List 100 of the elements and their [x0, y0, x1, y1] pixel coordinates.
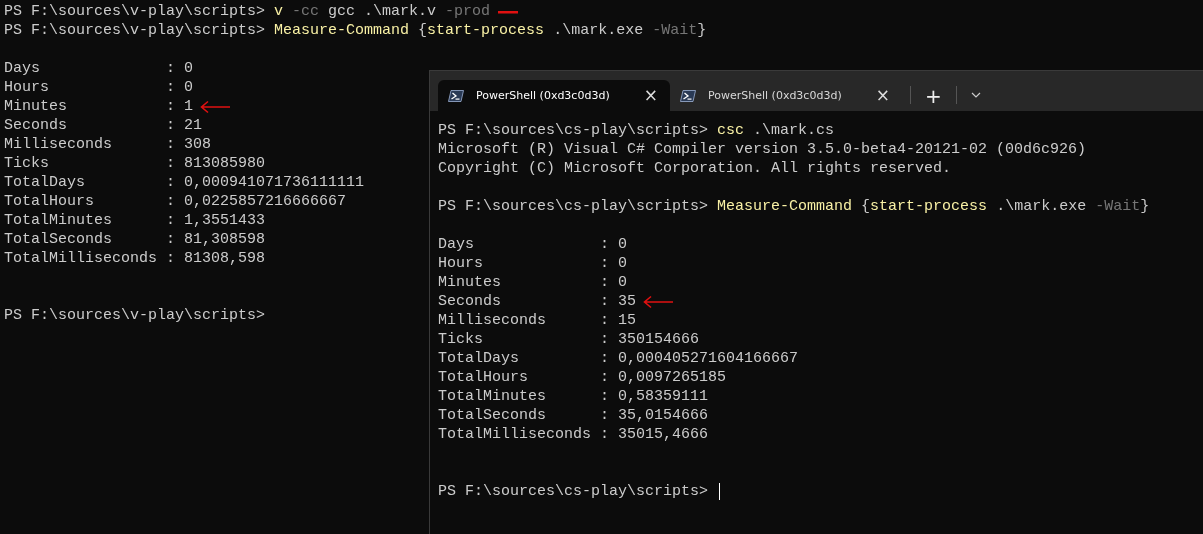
- separator-text: :: [166, 154, 176, 173]
- separator-text: :: [166, 192, 176, 211]
- parameter-text: -prod: [444, 2, 491, 21]
- field-value: 0: [618, 235, 628, 254]
- field-value: 0: [618, 254, 628, 273]
- field-label: TotalDays: [4, 173, 86, 192]
- field-value: 0,58359111: [618, 387, 709, 406]
- argument-text: .\mark.cs: [752, 121, 835, 140]
- separator-text: :: [600, 349, 610, 368]
- parameter-text: -Wait: [651, 21, 698, 40]
- separator-text: :: [166, 78, 176, 97]
- field-label: Hours: [4, 78, 50, 97]
- field-value: 35: [618, 292, 637, 311]
- argument-text: {: [417, 21, 428, 40]
- separator-text: :: [600, 311, 610, 330]
- field-label: TotalDays: [438, 349, 520, 368]
- prompt-text: PS F:\sources\v-play\scripts>: [4, 21, 267, 40]
- field-label: Milliseconds: [4, 135, 114, 154]
- argument-text: }: [1140, 197, 1150, 216]
- separator-text: :: [600, 254, 610, 273]
- field-label: TotalMilliseconds: [4, 249, 159, 268]
- argument-text: .\mark.exe: [552, 21, 644, 40]
- prompt-text: PS F:\sources\cs-play\scripts>: [438, 482, 710, 501]
- tab[interactable]: PowerShell (0xd3c0d3d) ×: [670, 80, 902, 111]
- chevron-down-icon[interactable]: [970, 92, 981, 98]
- field-value: 813085980: [184, 154, 266, 173]
- separator-text: :: [166, 211, 176, 230]
- prompt-text: PS F:\sources\cs-play\scripts>: [438, 121, 710, 140]
- field-label: Milliseconds: [438, 311, 548, 330]
- prompt-text: PS F:\sources\v-play\scripts>: [4, 2, 267, 21]
- separator-text: :: [166, 230, 176, 249]
- command-text: start-process: [870, 197, 988, 216]
- prompt-text: PS F:\sources\cs-play\scripts>: [438, 197, 710, 216]
- field-value: 0,000941071736111111: [184, 173, 365, 192]
- field-value: 350154666: [618, 330, 700, 349]
- argument-text: .\mark.v: [363, 2, 437, 21]
- field-label: TotalMinutes: [438, 387, 548, 406]
- field-label: Seconds: [4, 116, 68, 135]
- argument-text: }: [697, 21, 707, 40]
- separator-text: :: [600, 292, 610, 311]
- field-value: 0,0097265185: [618, 368, 727, 387]
- field-value: 35,0154666: [618, 406, 709, 425]
- parameter-text: -cc: [291, 2, 320, 21]
- field-value: 81,308598: [184, 230, 266, 249]
- separator-text: :: [600, 387, 610, 406]
- field-label: TotalSeconds: [4, 230, 114, 249]
- field-label: Seconds: [438, 292, 502, 311]
- field-value: 0,0225857216666667: [184, 192, 347, 211]
- output-text: Microsoft (R) Visual C# Compiler version 3.5.0-beta4-20121-02 (00d6c926): [438, 140, 1087, 159]
- field-label: Hours: [438, 254, 484, 273]
- separator-text: :: [166, 116, 176, 135]
- tab[interactable]: PowerShell (0xd3c0d3d) ×: [438, 80, 670, 111]
- separator-text: :: [166, 249, 176, 268]
- field-label: TotalHours: [4, 192, 95, 211]
- field-label: Ticks: [438, 330, 484, 349]
- field-label: TotalSeconds: [438, 406, 548, 425]
- field-label: Ticks: [4, 154, 50, 173]
- field-value: 0: [184, 59, 194, 78]
- command-text: v: [274, 2, 284, 21]
- field-value: 0: [184, 78, 194, 97]
- field-label: Days: [4, 59, 41, 78]
- separator-text: :: [600, 330, 610, 349]
- field-label: TotalMinutes: [4, 211, 114, 230]
- field-value: 0: [618, 273, 628, 292]
- field-label: Days: [438, 235, 475, 254]
- separator-text: :: [600, 425, 610, 444]
- field-value: 1,3551433: [184, 211, 266, 230]
- argument-text: {: [860, 197, 871, 216]
- separator-text: :: [166, 97, 176, 116]
- field-label: Minutes: [438, 273, 502, 292]
- command-text: start-process: [427, 21, 545, 40]
- new-tab-button[interactable]: +: [919, 86, 948, 111]
- close-icon[interactable]: ×: [875, 87, 890, 104]
- powershell-icon: [448, 89, 464, 102]
- separator-text: :: [600, 273, 610, 292]
- field-value: 21: [184, 116, 203, 135]
- separator-text: :: [600, 406, 610, 425]
- field-value: 35015,4666: [618, 425, 709, 444]
- prompt-text: PS F:\sources\v-play\scripts>: [4, 306, 266, 325]
- argument-text: .\mark.exe: [995, 197, 1087, 216]
- field-value: 15: [618, 311, 637, 330]
- powershell-icon: [680, 89, 696, 102]
- command-text: Measure-Command: [274, 21, 410, 40]
- separator-text: :: [600, 235, 610, 254]
- parameter-text: -Wait: [1094, 197, 1141, 216]
- separator-text: :: [600, 368, 610, 387]
- argument-text: gcc: [327, 2, 356, 21]
- separator-text: :: [166, 135, 176, 154]
- close-icon[interactable]: ×: [643, 87, 658, 104]
- field-value: 81308,598: [184, 249, 266, 268]
- field-label: TotalHours: [438, 368, 529, 387]
- field-value: 0,000405271604166667: [618, 349, 799, 368]
- field-label: TotalMilliseconds: [438, 425, 593, 444]
- command-text: csc: [717, 121, 745, 140]
- field-value: 308: [184, 135, 212, 154]
- separator-text: :: [166, 59, 176, 78]
- field-label: Minutes: [4, 97, 68, 116]
- command-text: Measure-Command: [717, 197, 853, 216]
- field-value: 1: [184, 97, 194, 116]
- output-text: Copyright (C) Microsoft Corporation. All rights reserved.: [438, 159, 952, 178]
